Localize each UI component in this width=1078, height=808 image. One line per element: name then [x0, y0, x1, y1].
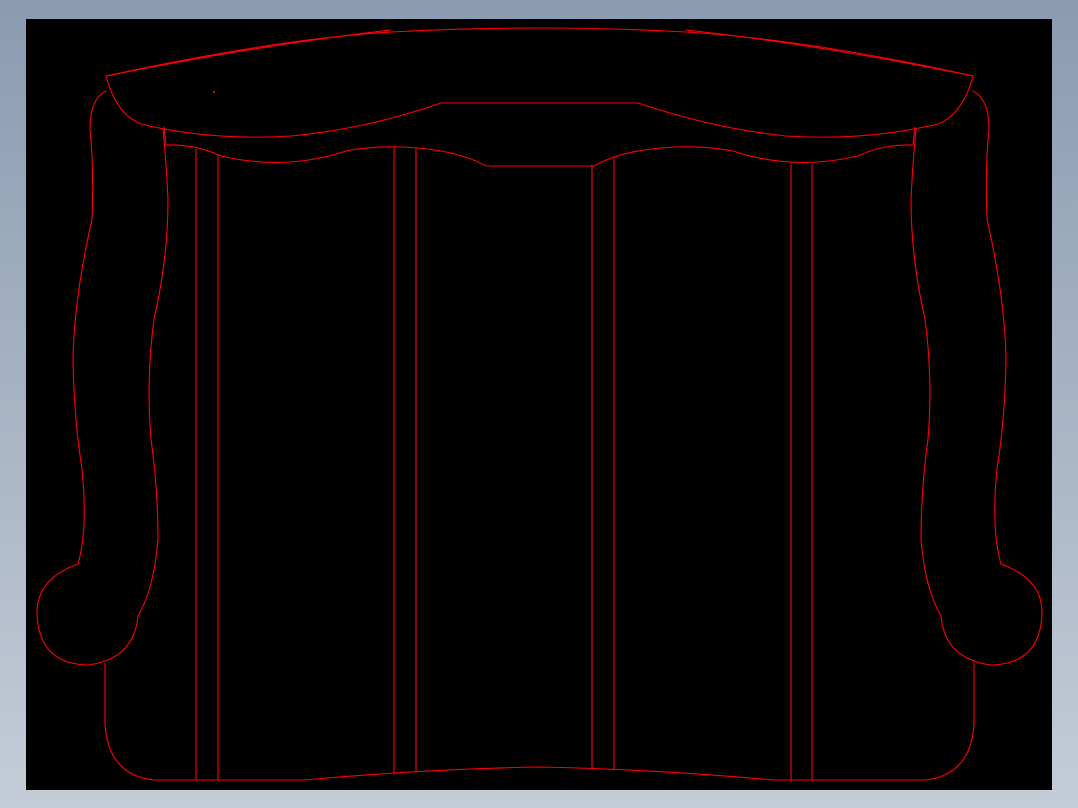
backrest-top-edge-inner [105, 29, 392, 77]
right-arm-outer [910, 90, 1043, 666]
backrest-top-edge-inner-right [685, 29, 974, 77]
left-arm-base [104, 662, 199, 781]
seat-bottom-edge [197, 766, 882, 781]
seat-top-edge [165, 144, 914, 167]
cad-viewport[interactable] [26, 19, 1052, 790]
right-arm-base [880, 662, 975, 781]
stray-point [212, 90, 216, 94]
backrest-front-curve [105, 75, 974, 138]
left-arm-outer [36, 90, 169, 666]
cad-drawing-canvas [36, 27, 1043, 781]
